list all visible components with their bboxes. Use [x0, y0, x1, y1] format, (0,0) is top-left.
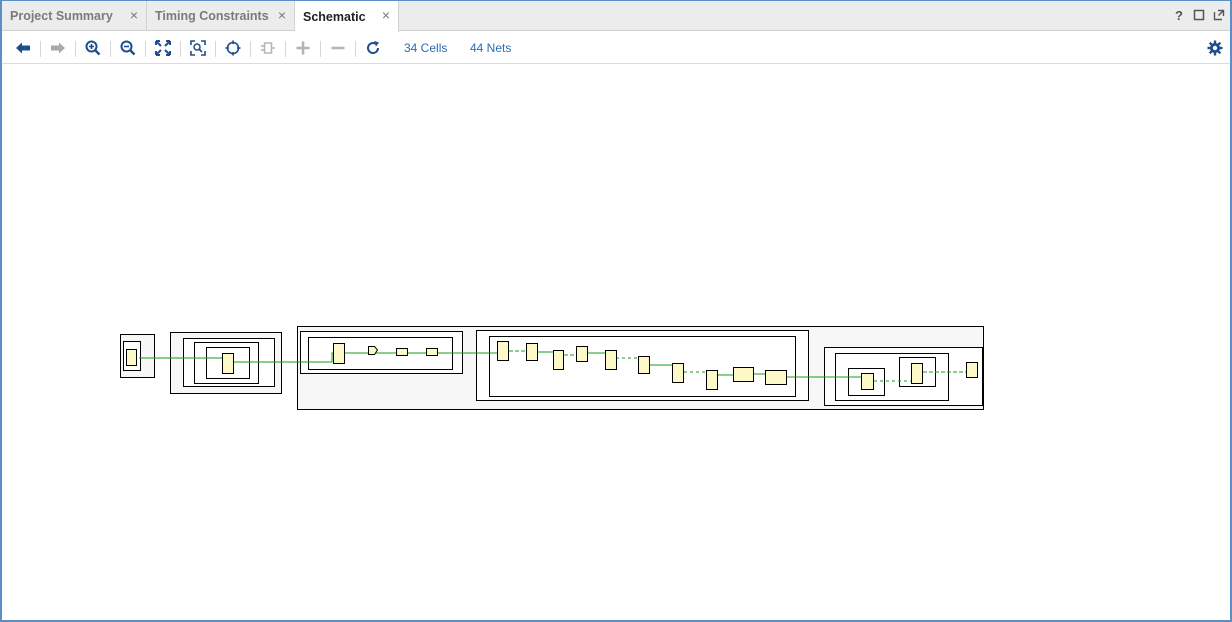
toolbar-separator [355, 41, 356, 57]
tab-project-summary[interactable]: Project Summary × [2, 1, 147, 31]
zoom-in-icon[interactable] [82, 37, 104, 59]
toolbar-separator [180, 41, 181, 57]
schematic-window: Project Summary × Timing Constraints × S… [0, 0, 1232, 622]
cell [605, 350, 617, 370]
toolbar-separator [40, 41, 41, 57]
close-icon[interactable]: × [128, 8, 140, 22]
schematic-canvas[interactable] [2, 65, 1230, 619]
cell [396, 348, 408, 356]
cell [126, 349, 137, 366]
cell [576, 346, 588, 362]
schematic-diagram[interactable] [2, 65, 1230, 619]
cell [333, 343, 345, 364]
tab-timing-constraints[interactable]: Timing Constraints × [147, 1, 295, 31]
help-icon[interactable]: ? [1172, 9, 1186, 23]
toolbar-separator [320, 41, 321, 57]
cell [911, 363, 923, 384]
cell [733, 367, 754, 382]
cell [526, 343, 538, 361]
toolbar-separator [145, 41, 146, 57]
cell [672, 363, 684, 383]
tab-schematic[interactable]: Schematic × [295, 1, 399, 32]
restore-icon[interactable] [1192, 9, 1206, 23]
toolbar-separator [250, 41, 251, 57]
close-icon[interactable]: × [380, 8, 392, 22]
cell [497, 341, 509, 361]
cell [861, 373, 874, 390]
forward-arrow-icon[interactable] [47, 37, 69, 59]
zoom-out-icon[interactable] [117, 37, 139, 59]
close-icon[interactable]: × [276, 8, 288, 22]
toolbar-separator [110, 41, 111, 57]
cells-count-link[interactable]: 34 Cells [404, 41, 447, 55]
tab-label: Project Summary [10, 9, 113, 23]
collapse-minus-icon[interactable] [327, 37, 349, 59]
toolbar-separator [215, 41, 216, 57]
cell [222, 353, 234, 374]
toolbar-separator [75, 41, 76, 57]
select-area-icon[interactable] [222, 37, 244, 59]
cell [966, 362, 978, 378]
toolbar-separator [285, 41, 286, 57]
expand-plus-icon[interactable] [292, 37, 314, 59]
zoom-area-icon[interactable] [187, 37, 209, 59]
float-icon[interactable] [1212, 9, 1226, 23]
tab-bar: Project Summary × Timing Constraints × S… [2, 1, 1230, 32]
schematic-toolbar: 34 Cells 44 Nets [2, 32, 1230, 64]
cell [426, 348, 438, 356]
tab-label: Timing Constraints [155, 9, 269, 23]
cell [706, 370, 718, 390]
cell [553, 350, 564, 370]
nets-count-link[interactable]: 44 Nets [470, 41, 511, 55]
cell [638, 356, 650, 374]
back-arrow-icon[interactable] [12, 37, 34, 59]
route-icon[interactable] [257, 37, 279, 59]
tab-label: Schematic [303, 9, 366, 24]
zoom-fit-icon[interactable] [152, 37, 174, 59]
refresh-icon[interactable] [362, 37, 384, 59]
gear-icon[interactable] [1204, 37, 1226, 59]
cell [765, 370, 787, 385]
